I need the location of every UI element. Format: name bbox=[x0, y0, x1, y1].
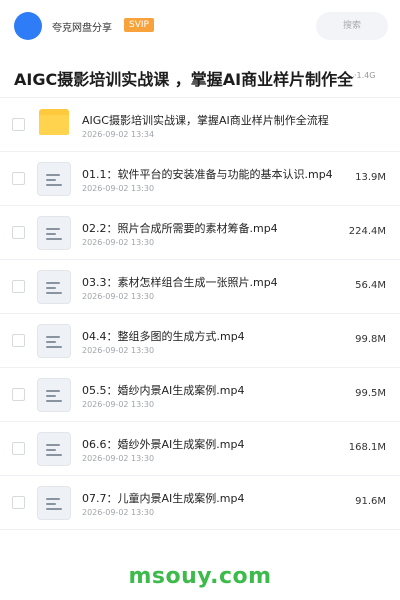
share-page: 夸克网盘分享 SVIP AIGC摄影培训实战课 ，掌握AI商业样片制作全流程 ·… bbox=[0, 0, 400, 600]
file-size: 99.5M bbox=[355, 388, 386, 399]
file-date: 2026-09-02 13:30 bbox=[82, 238, 155, 247]
file-list: AIGC摄影培训实战课，掌握AI商业样片制作全流程 2026-09-02 13:… bbox=[0, 98, 400, 530]
file-size: 168.1M bbox=[348, 442, 386, 453]
video-file-icon bbox=[37, 324, 71, 358]
folder-header: AIGC摄影培训实战课 ，掌握AI商业样片制作全流程 ·1.4G bbox=[0, 52, 400, 98]
row-checkbox[interactable] bbox=[12, 118, 25, 131]
row-checkbox[interactable] bbox=[12, 388, 25, 401]
list-item[interactable]: 03.3：素材怎样组合生成一张照片.mp4 2026-09-02 13:30 5… bbox=[0, 260, 400, 314]
video-file-icon bbox=[37, 432, 71, 466]
list-item[interactable]: 02.2：照片合成所需要的素材筹备.mp4 2026-09-02 13:30 2… bbox=[0, 206, 400, 260]
file-size: 56.4M bbox=[355, 280, 386, 291]
folder-icon bbox=[39, 109, 69, 135]
file-date: 2026-09-02 13:34 bbox=[82, 130, 155, 139]
folder-title: AIGC摄影培训实战课 ，掌握AI商业样片制作全流程 bbox=[14, 70, 354, 89]
list-item[interactable]: 05.5：婚纱内景AI生成案例.mp4 2026-09-02 13:30 99.… bbox=[0, 368, 400, 422]
file-date: 2026-09-02 13:30 bbox=[82, 400, 155, 409]
video-file-icon bbox=[37, 216, 71, 250]
search-input[interactable] bbox=[316, 12, 388, 40]
file-date: 2026-09-02 13:30 bbox=[82, 184, 155, 193]
row-checkbox[interactable] bbox=[12, 226, 25, 239]
file-name: 04.4：整组多图的生成方式.mp4 bbox=[82, 330, 245, 343]
video-file-icon bbox=[37, 486, 71, 520]
file-name: 03.3：素材怎样组合生成一张照片.mp4 bbox=[82, 276, 278, 289]
file-size: 91.6M bbox=[355, 496, 386, 507]
file-date: 2026-09-02 13:30 bbox=[82, 508, 155, 517]
file-date: 2026-09-02 13:30 bbox=[82, 454, 155, 463]
row-checkbox[interactable] bbox=[12, 496, 25, 509]
row-checkbox[interactable] bbox=[12, 334, 25, 347]
row-checkbox[interactable] bbox=[12, 172, 25, 185]
video-file-icon bbox=[37, 162, 71, 196]
header: 夸克网盘分享 SVIP bbox=[0, 0, 400, 52]
video-file-icon bbox=[37, 270, 71, 304]
video-file-icon bbox=[37, 378, 71, 412]
avatar[interactable] bbox=[14, 12, 42, 40]
watermark-text: msouy.com bbox=[128, 564, 272, 589]
list-item[interactable]: 06.6：婚纱外景AI生成案例.mp4 2026-09-02 13:30 168… bbox=[0, 422, 400, 476]
list-item[interactable]: 04.4：整组多图的生成方式.mp4 2026-09-02 13:30 99.8… bbox=[0, 314, 400, 368]
file-size: 224.4M bbox=[348, 226, 386, 237]
file-date: 2026-09-02 13:30 bbox=[82, 346, 155, 355]
list-item[interactable]: 07.7：儿童内景AI生成案例.mp4 2026-09-02 13:30 91.… bbox=[0, 476, 400, 530]
file-name: 02.2：照片合成所需要的素材筹备.mp4 bbox=[82, 222, 278, 235]
svip-badge: SVIP bbox=[124, 18, 154, 32]
file-name: AIGC摄影培训实战课，掌握AI商业样片制作全流程 bbox=[82, 114, 329, 127]
row-checkbox[interactable] bbox=[12, 442, 25, 455]
list-item[interactable]: 01.1：软件平台的安装准备与功能的基本认识.mp4 2026-09-02 13… bbox=[0, 152, 400, 206]
row-checkbox[interactable] bbox=[12, 280, 25, 293]
file-name: 07.7：儿童内景AI生成案例.mp4 bbox=[82, 492, 245, 505]
folder-meta: ·1.4G bbox=[354, 71, 376, 80]
file-name: 01.1：软件平台的安装准备与功能的基本认识.mp4 bbox=[82, 168, 333, 181]
file-name: 05.5：婚纱内景AI生成案例.mp4 bbox=[82, 384, 245, 397]
list-item[interactable]: AIGC摄影培训实战课，掌握AI商业样片制作全流程 2026-09-02 13:… bbox=[0, 98, 400, 152]
file-size: 99.8M bbox=[355, 334, 386, 345]
file-name: 06.6：婚纱外景AI生成案例.mp4 bbox=[82, 438, 245, 451]
file-date: 2026-09-02 13:30 bbox=[82, 292, 155, 301]
share-owner-name: 夸克网盘分享 bbox=[52, 23, 112, 34]
file-size: 13.9M bbox=[355, 172, 386, 183]
